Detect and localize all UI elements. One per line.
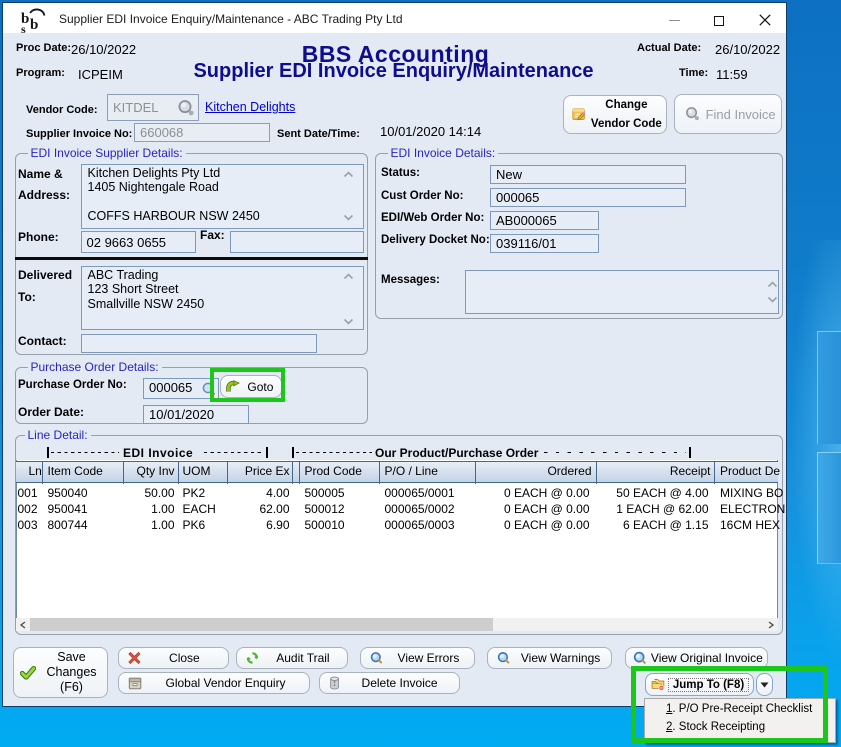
svg-text:b: b [30, 17, 38, 33]
svg-text:s: s [21, 22, 26, 33]
